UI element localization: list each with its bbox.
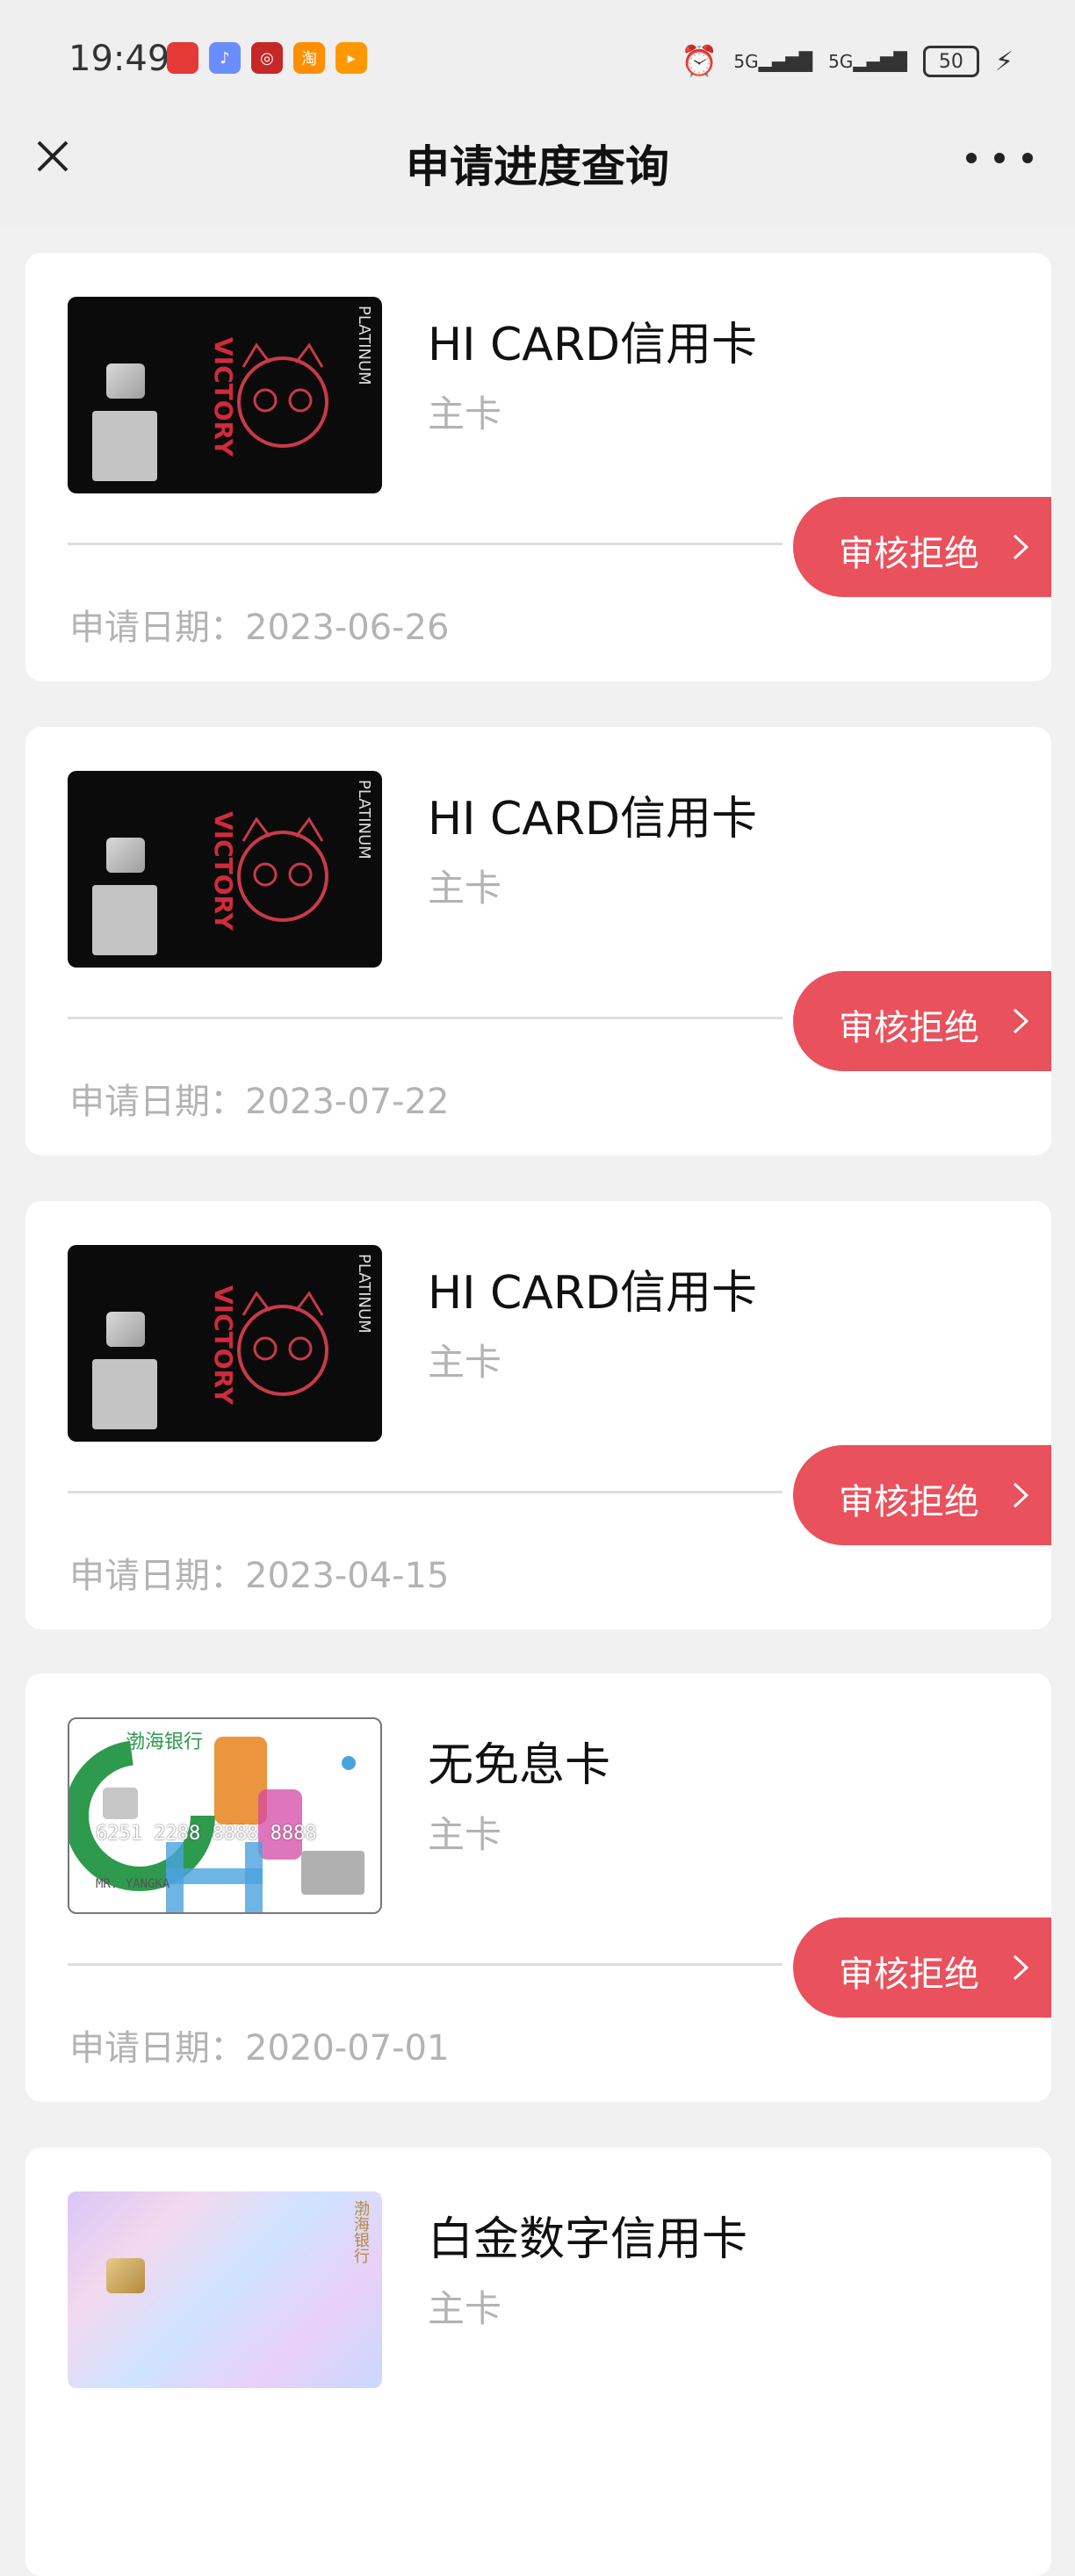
status-button[interactable]: 审核拒绝 [793,1445,1051,1545]
card-name: HI CARD信用卡 [428,1267,758,1320]
taobao-icon: 淘 [293,42,325,74]
card-name: 白金数字信用卡 [428,2213,748,2266]
card-type: 主卡 [428,1813,502,1856]
card-type: 主卡 [428,1341,502,1384]
system-status: ⏰ 5G▂▄▆█ 5G▂▄▆█ 50 ⚡ [681,44,1014,79]
credit-card-image: 渤海银行 [68,2191,382,2388]
alarm-icon: ⏰ [681,44,718,79]
card-bank-name: 渤海银行 [351,2200,370,2263]
application-card[interactable]: VICTORY PLATINUM HI CARD信用卡 主卡 审核拒绝 申请日期… [25,253,1051,681]
status-button[interactable]: 审核拒绝 [793,971,1051,1071]
application-card[interactable]: 渤海银行 6251 2288 8888 8888 MR. YANGKA 无免息卡… [25,1673,1051,2102]
credit-card-image: VICTORY PLATINUM [68,771,382,968]
chevron-right-icon [1013,1008,1029,1034]
application-date: 申请日期：2020-07-01 [69,2028,450,2069]
credit-card-image: 渤海银行 6251 2288 8888 8888 MR. YANGKA [68,1717,382,1914]
chevron-right-icon [1013,1482,1029,1508]
more-icon [966,153,977,163]
chevron-right-icon [1013,534,1029,560]
bear-illustration [237,817,328,922]
card-name: 无免息卡 [428,1739,611,1792]
card-type: 主卡 [428,867,502,910]
music-icon: ♪ [209,42,241,74]
divider [68,1963,783,1966]
status-button[interactable]: 审核拒绝 [793,497,1051,597]
application-card[interactable]: VICTORY PLATINUM HI CARD信用卡 主卡 审核拒绝 申请日期… [25,727,1051,1155]
unionpay-logo [92,885,157,955]
status-label: 审核拒绝 [839,1008,979,1048]
chip-icon [106,2258,145,2293]
chevron-right-icon [1013,1954,1029,1981]
chip-icon [106,838,145,873]
status-label: 审核拒绝 [839,1482,979,1522]
charging-icon: ⚡ [994,46,1014,77]
status-button[interactable]: 审核拒绝 [793,1918,1051,2018]
card-type: 主卡 [428,2287,502,2330]
status-bar: 19:49 ♪ ◎ 淘 ▸ ⏰ 5G▂▄▆█ 5G▂▄▆█ 50 ⚡ [0,0,1075,123]
page-title: 申请进度查询 [406,141,669,192]
bank-icon: ◎ [251,42,283,74]
credit-card-image: VICTORY PLATINUM [68,297,382,493]
chip-icon [106,1312,145,1347]
card-holder: MR. YANGKA [96,1877,170,1891]
card-type: 主卡 [428,392,502,435]
application-date: 申请日期：2023-04-15 [69,1556,450,1596]
divider [68,1017,783,1019]
card-name: HI CARD信用卡 [428,793,758,845]
divider [68,543,783,545]
bear-illustration [237,1291,328,1396]
nav-header: 申请进度查询 [0,123,1075,225]
application-card[interactable]: VICTORY PLATINUM HI CARD信用卡 主卡 审核拒绝 申请日期… [25,1201,1051,1630]
divider [68,1491,783,1493]
more-button[interactable] [966,140,1033,176]
card-bank-name: 渤海银行 [126,1731,204,1753]
application-date: 申请日期：2023-06-26 [69,608,450,648]
unionpay-logo [92,411,157,481]
card-badge: PLATINUM [355,780,373,860]
card-name: HI CARD信用卡 [428,319,758,371]
signal-icon: 5G▂▄▆█ [828,51,907,72]
application-date: 申请日期：2023-07-22 [69,1082,450,1122]
play-icon: ▸ [335,42,367,74]
status-label: 审核拒绝 [839,1954,979,1995]
bear-illustration [237,342,328,448]
more-icon-dot [1022,153,1033,163]
application-card[interactable]: 渤海银行 白金数字信用卡 主卡 [25,2148,1051,2576]
card-badge: PLATINUM [355,306,373,385]
chip-icon [106,363,145,399]
credit-card-image: VICTORY PLATINUM [68,1245,382,1442]
more-icon-dot [994,153,1005,163]
signal-icon: 5G▂▄▆█ [733,51,813,72]
notification-icons: ♪ ◎ 淘 ▸ [167,42,367,74]
card-number: 6251 2288 8888 8888 [96,1823,317,1845]
status-label: 审核拒绝 [839,534,979,574]
app-icon [167,42,198,74]
card-badge: PLATINUM [355,1254,373,1334]
clock: 19:49 [69,39,170,79]
battery-icon: 50 [922,46,979,77]
unionpay-logo [92,1359,157,1429]
